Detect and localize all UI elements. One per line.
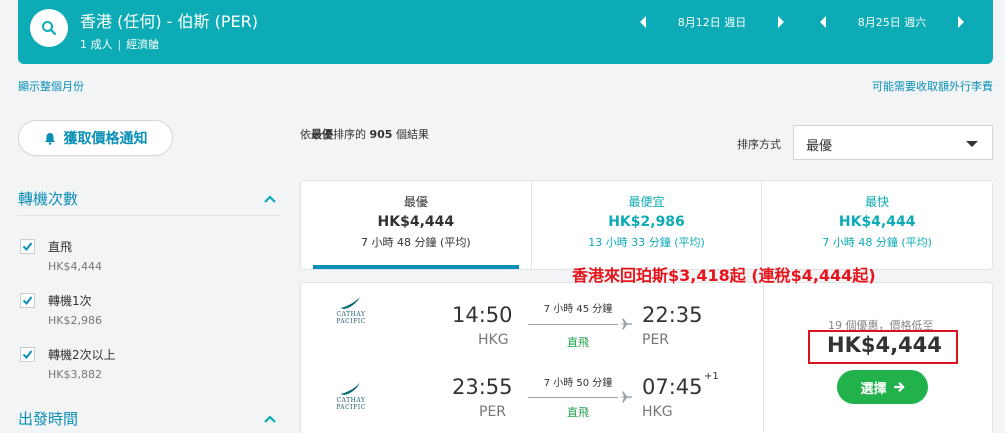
return-prev-button[interactable] — [817, 12, 829, 32]
depart-date[interactable]: 8月12日 週日 — [649, 14, 775, 30]
chevron-right-icon — [958, 16, 964, 28]
caret-down-icon — [966, 141, 978, 147]
card-divider — [763, 283, 764, 433]
page: 香港 (任何) - 伯斯 (PER) 1 成人 | 經濟艙 8月12日 週日 8月2… — [0, 0, 1005, 433]
return-date[interactable]: 8月25日 週六 — [829, 14, 955, 30]
arrow-right-icon — [893, 382, 905, 392]
passenger-cabin-info: 1 成人 | 經濟艙 — [80, 36, 159, 52]
tab-title: 最快 — [865, 195, 890, 209]
stop-price: HK$4,444 — [48, 260, 102, 273]
return-date-nav: 8月25日 週六 — [817, 12, 967, 32]
summary-mid: 排序的 — [333, 128, 366, 141]
tab-title: 最優 — [403, 195, 428, 209]
sort-label: 排序方式 — [737, 138, 781, 151]
select-label: 選擇 — [860, 381, 887, 397]
inbound-arrive-time: 07:45 — [642, 375, 703, 399]
check-icon — [22, 350, 33, 360]
summary-prefix: 依 — [300, 128, 311, 141]
outbound-depart-code: HKG — [478, 332, 509, 348]
search-summary-bar[interactable]: 香港 (任何) - 伯斯 (PER) 1 成人 | 經濟艙 8月12日 週日 8月2… — [18, 0, 993, 64]
plane-icon — [620, 318, 633, 330]
stop-label: 轉機1次 — [48, 294, 92, 308]
stop-label: 直飛 — [48, 240, 73, 254]
stops-filter-header[interactable]: 轉機次數 — [18, 184, 280, 216]
cathay-brushwing-icon — [340, 297, 360, 309]
tab-cheapest[interactable]: 最便宜 HK$2,986 13 小時 33 分鐘 (平均) — [530, 181, 762, 269]
inbound-duration: 7 小時 50 分鐘 — [543, 378, 613, 389]
stop-checkbox[interactable] — [20, 239, 35, 254]
tab-duration: 7 小時 48 分鐘 (平均) — [361, 236, 471, 249]
tab-fastest[interactable]: 最快 HK$4,444 7 小時 48 分鐘 (平均) — [761, 181, 992, 269]
separator: | — [117, 38, 122, 51]
airline-logo: CATHAY PACIFIC — [321, 381, 381, 411]
depart-prev-button[interactable] — [637, 12, 649, 32]
tab-best[interactable]: 最優 HK$4,444 7 小時 48 分鐘 (平均) — [301, 181, 531, 269]
depart-date-nav: 8月12日 週日 — [637, 12, 787, 32]
promo-annotation: 香港來回珀斯$3,418起 (連稅$4,444起) — [572, 266, 876, 285]
inbound-depart-code: PER — [479, 404, 507, 420]
outbound-segment-line — [528, 324, 618, 325]
flight-result-card[interactable]: CATHAY PACIFIC 14:50 HKG 7 小時 45 分鐘 直飛 2… — [300, 282, 993, 433]
summary-suffix: 個結果 — [395, 128, 429, 141]
cathay-brushwing-icon — [340, 383, 360, 395]
inbound-direct-label: 直飛 — [567, 406, 589, 419]
stops-filter-title: 轉機次數 — [18, 190, 79, 208]
chevron-left-icon — [640, 16, 646, 28]
outbound-depart-time: 14:50 — [452, 303, 513, 327]
outbound-duration: 7 小時 45 分鐘 — [543, 304, 613, 315]
route-title: 香港 (任何) - 伯斯 (PER) — [80, 12, 258, 31]
check-icon — [22, 242, 33, 252]
plane-icon — [620, 391, 633, 403]
inbound-depart-time: 23:55 — [452, 375, 513, 399]
tab-duration: 13 小時 33 分鐘 (平均) — [588, 236, 705, 249]
price-alert-label: 獲取價格通知 — [63, 131, 148, 147]
tab-price: HK$2,986 — [608, 214, 685, 230]
inbound-arrive-code: HKG — [642, 404, 673, 420]
airline-name: CATHAY PACIFIC — [336, 397, 366, 411]
outbound-direct-label: 直飛 — [567, 336, 589, 349]
summary-count: 905 — [369, 128, 393, 141]
chevron-up-icon[interactable] — [264, 193, 276, 205]
results-summary: 依最優排序的 905 個結果 — [300, 126, 429, 142]
result-price: HK$4,444 — [827, 333, 942, 357]
baggage-fee-link[interactable]: 可能需要收取額外行李費 — [872, 78, 993, 94]
check-icon — [22, 296, 33, 306]
day-offset: +1 — [704, 371, 719, 382]
cabin-class: 經濟艙 — [126, 38, 160, 51]
sort-selected-value: 最優 — [806, 139, 833, 154]
depart-next-button[interactable] — [775, 12, 787, 32]
price-alert-button[interactable]: 獲取價格通知 — [18, 120, 173, 156]
departure-time-filter-title: 出發時間 — [18, 410, 79, 428]
tab-duration: 7 小時 48 分鐘 (平均) — [822, 236, 932, 249]
select-flight-button[interactable]: 選擇 — [837, 370, 928, 404]
search-icon — [42, 21, 57, 36]
outbound-arrive-code: PER — [642, 332, 670, 348]
active-tab-indicator — [313, 265, 519, 269]
chevron-up-icon[interactable] — [264, 413, 276, 425]
summary-sort-name: 最優 — [311, 128, 333, 141]
sort-tabs: 最優 HK$4,444 7 小時 48 分鐘 (平均) 最便宜 HK$2,986… — [300, 180, 993, 270]
tab-title: 最便宜 — [628, 195, 665, 209]
show-whole-month-link[interactable]: 顯示整個月份 — [18, 78, 84, 94]
chevron-right-icon — [778, 16, 784, 28]
airline-logo: CATHAY PACIFIC — [321, 295, 381, 325]
stop-checkbox[interactable] — [20, 347, 35, 362]
stop-price: HK$2,986 — [48, 314, 102, 327]
inbound-segment-line — [528, 397, 618, 398]
tab-price: HK$4,444 — [838, 214, 916, 230]
stop-price: HK$3,882 — [48, 368, 102, 381]
tab-price: HK$4,444 — [377, 214, 455, 230]
stop-label: 轉機2次以上 — [48, 348, 116, 362]
search-button[interactable] — [30, 9, 68, 47]
chevron-left-icon — [820, 16, 826, 28]
airline-name: CATHAY PACIFIC — [336, 311, 366, 325]
sort-dropdown[interactable]: 最優 — [793, 125, 993, 160]
departure-time-filter-header[interactable]: 出發時間 — [18, 404, 280, 433]
return-next-button[interactable] — [955, 12, 967, 32]
bell-icon — [44, 132, 55, 145]
stop-checkbox[interactable] — [20, 293, 35, 308]
outbound-arrive-time: 22:35 — [642, 303, 703, 327]
passenger-count: 1 成人 — [80, 38, 113, 51]
